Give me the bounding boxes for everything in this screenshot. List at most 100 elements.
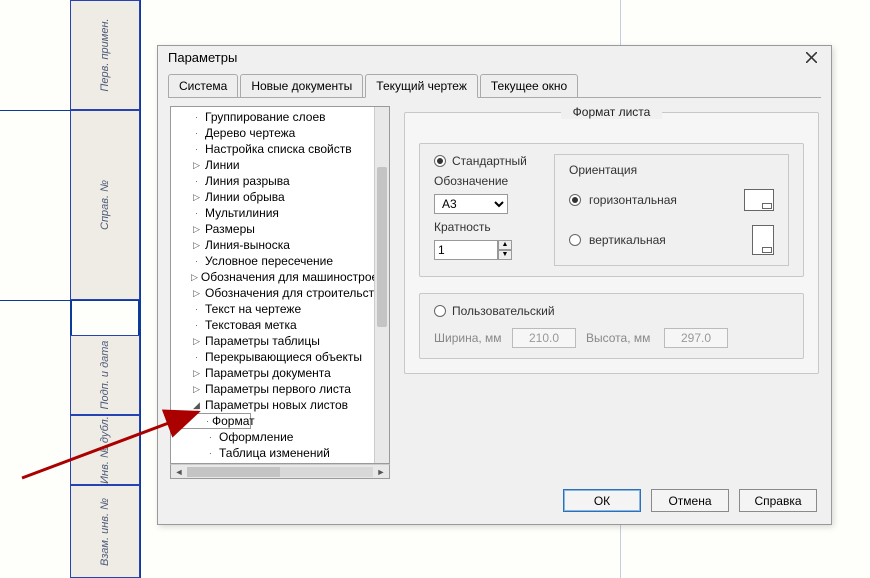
landscape-sheet-icon [744,189,774,211]
tree-item-label: Линии обрыва [205,189,285,205]
height-input-disabled: 297.0 [664,328,728,348]
tree-item[interactable]: ▷Линии [177,157,389,173]
tree-item[interactable]: ◢Параметры новых листов [177,397,389,413]
scroll-left-icon[interactable]: ◄ [173,466,185,478]
multiplicity-input[interactable] [434,240,498,260]
dialog-titlebar[interactable]: Параметры [158,46,831,69]
dialog-button-bar: ОК Отмена Справка [158,479,831,524]
expander-closed-icon[interactable]: ▷ [191,160,202,171]
dialog-title: Параметры [168,50,237,65]
ok-button[interactable]: ОК [563,489,641,512]
tree-item[interactable]: ▷Параметры документа [177,365,389,381]
spin-down-icon[interactable]: ▼ [498,250,512,260]
titleblock-label: Перв. примен. [99,18,111,91]
tree-item[interactable]: ·Перекрывающиеся объекты [177,349,389,365]
expander-none: · [191,176,202,187]
radio-icon [569,194,581,206]
expander-none: · [205,448,216,459]
titleblock-label: Взам. инв. № [99,497,111,565]
tree-item[interactable]: ▷Размеры [177,221,389,237]
tree-vertical-scrollbar[interactable] [374,107,389,463]
tree-item[interactable]: ▷Линии обрыва [177,189,389,205]
tree-item[interactable]: ·Текстовая метка [177,317,389,333]
tree-horizontal-scrollbar[interactable]: ◄ ► [170,464,390,479]
cancel-button[interactable]: Отмена [651,489,729,512]
tab-current-drawing[interactable]: Текущий чертеж [365,74,478,98]
tree-item[interactable]: ▷Обозначения для строительства [177,285,389,301]
tab-new-docs[interactable]: Новые документы [240,74,363,98]
expander-closed-icon[interactable]: ▷ [191,240,202,251]
tree-item-label: Формат [212,413,255,429]
tree-item[interactable]: ▷Линия-выноска [177,237,389,253]
orientation-label: Ориентация [569,163,774,177]
tree-item-label: Обозначения для строительства [205,285,387,301]
tree-item-label: Линия-выноска [205,237,290,253]
tree-item[interactable]: ·Группирование слоев [177,109,389,125]
tree-item[interactable]: ▷Обозначения для машиностроения [177,269,389,285]
expander-closed-icon[interactable]: ▷ [191,384,202,395]
group-title: Формат листа [561,105,663,119]
parameters-dialog: Параметры Система Новые документы Текущи… [157,45,832,525]
expander-closed-icon[interactable]: ▷ [191,368,202,379]
expander-closed-icon[interactable]: ▷ [191,288,202,299]
expander-none: · [191,256,202,267]
scroll-right-icon[interactable]: ► [375,466,387,478]
tree-item-label: Линии [205,157,240,173]
tree-item-label: Настройка списка свойств [205,141,352,157]
expander-none: · [191,208,202,219]
portrait-sheet-icon [752,225,774,255]
tab-system[interactable]: Система [168,74,238,98]
tree-item[interactable]: ▷Параметры таблицы [177,333,389,349]
tree-item-label: Параметры таблицы [205,333,320,349]
tree-item-label: Текстовая метка [205,317,297,333]
tree-item-label: Линия разрыва [205,173,290,189]
radio-icon [434,305,446,317]
close-button[interactable] [799,48,823,68]
tree-item-label: Текст на чертеже [205,301,301,317]
tree-item-label: Группирование слоев [205,109,326,125]
settings-tree[interactable]: ·Группирование слоев·Дерево чертежа·Наст… [170,106,390,464]
expander-none: · [191,112,202,123]
sheet-format-group: Формат листа Стандартный Обозначение А3 … [404,112,819,374]
tree-item[interactable]: ·Оформление [177,429,389,445]
expander-none: · [191,128,202,139]
expander-closed-icon[interactable]: ▷ [191,224,202,235]
tree-item-label: Размеры [205,221,255,237]
tree-item-label: Оформление [219,429,293,445]
tree-item[interactable]: ·Формат [177,413,251,429]
standard-radio[interactable]: Стандартный [434,154,534,168]
expander-closed-icon[interactable]: ▷ [191,192,202,203]
tree-item[interactable]: ·Линия разрыва [177,173,389,189]
expander-closed-icon[interactable]: ▷ [191,336,202,347]
tree-item[interactable]: ▷Параметры первого листа [177,381,389,397]
expander-closed-icon[interactable]: ▷ [191,272,198,283]
tree-item[interactable]: ·Таблица изменений [177,445,389,461]
expander-none: · [191,352,202,363]
help-button[interactable]: Справка [739,489,817,512]
tree-item[interactable]: ·Условное пересечение [177,253,389,269]
expander-none: · [191,144,202,155]
orientation-vertical-radio[interactable]: вертикальная [569,223,774,257]
tab-current-window[interactable]: Текущее окно [480,74,578,98]
tree-item[interactable]: ·Дерево чертежа [177,125,389,141]
expander-none: · [191,304,202,315]
tree-item-label: Перекрывающиеся объекты [205,349,362,365]
custom-radio[interactable]: Пользовательский [434,304,789,318]
radio-icon [569,234,581,246]
tree-item[interactable]: ·Настройка списка свойств [177,141,389,157]
tree-item[interactable]: ·Текст на чертеже [177,301,389,317]
tree-item[interactable]: ·Мультилиния [177,205,389,221]
tree-item-label: Параметры документа [205,365,331,381]
tree-item-label: Мультилиния [205,205,279,221]
titleblock-label: Инв. № дубл. [99,416,111,484]
titleblock-label: Подп. и дата [99,341,111,410]
designation-select[interactable]: А3 [434,194,508,214]
tree-item-label: Обозначения для машиностроения [201,269,390,285]
multiplicity-label: Кратность [434,220,534,234]
orientation-horizontal-radio[interactable]: горизонтальная [569,183,774,217]
expander-none: · [205,432,216,443]
spin-up-icon[interactable]: ▲ [498,240,512,250]
tree-item-label: Дерево чертежа [205,125,295,141]
expander-none: · [206,416,209,427]
expander-open-icon[interactable]: ◢ [191,400,202,411]
